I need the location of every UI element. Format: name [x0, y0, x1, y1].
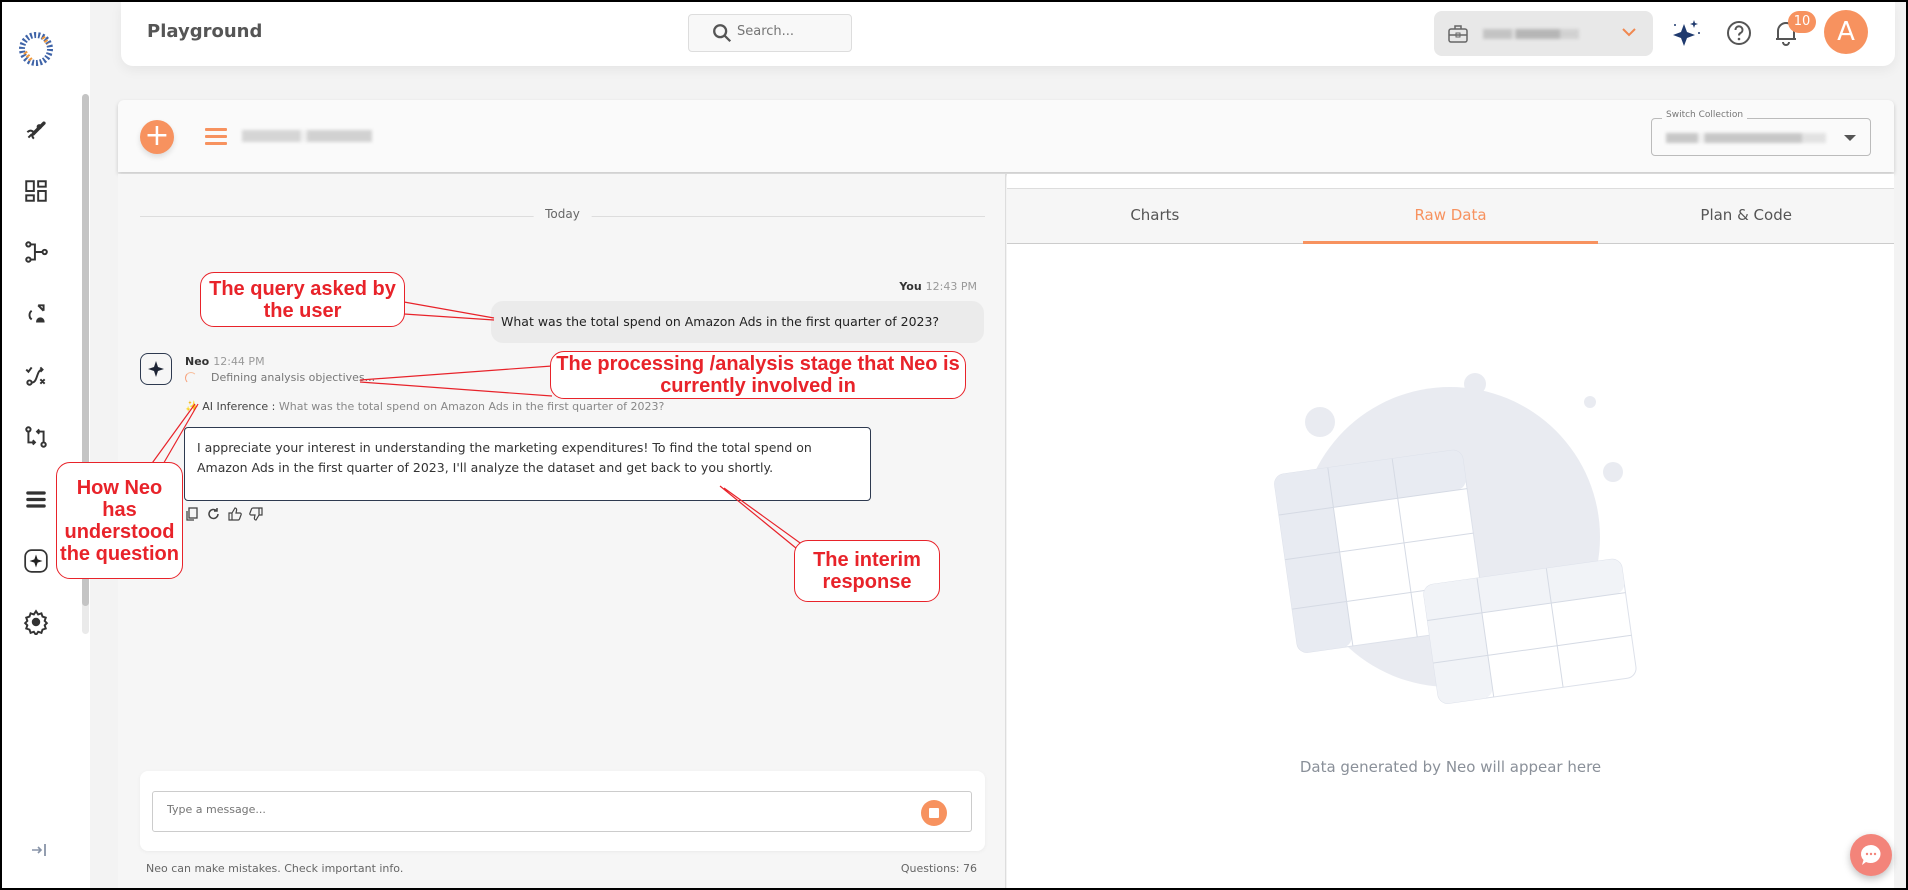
empty-data-illustration — [1274, 373, 1637, 704]
date-divider: Today — [140, 207, 985, 221]
magic-wand-icon: ✨ — [185, 400, 199, 413]
tab-charts[interactable]: Charts — [1007, 189, 1303, 243]
reply-line: Amazon Ads in the first quarter of 2023,… — [197, 460, 774, 475]
briefcase-icon — [1448, 25, 1468, 43]
workspace-selector[interactable] — [1434, 11, 1653, 56]
neo-message-time: 12:44 PM — [213, 355, 265, 368]
switch-collection-label: Switch Collection — [1662, 110, 1748, 120]
thumbs-down-icon[interactable] — [249, 507, 263, 521]
reply-line: I appreciate your interest in understand… — [197, 440, 812, 455]
processing-stage-text: Defining analysis objectives... — [211, 371, 376, 384]
plus-icon: + — [144, 118, 170, 153]
collection-value — [1666, 133, 1826, 143]
help-icon — [1727, 21, 1751, 45]
notification-badge: 10 — [1788, 11, 1816, 33]
list-icon — [26, 491, 46, 508]
workspace-name — [1483, 29, 1579, 39]
new-conversation-button[interactable]: + — [140, 120, 174, 154]
help-button[interactable] — [1725, 19, 1753, 51]
sidebar-item-sync[interactable] — [22, 300, 50, 328]
neo-reply-bubble: I appreciate your interest in understand… — [184, 427, 871, 501]
copy-icon[interactable] — [186, 507, 200, 521]
sidebar-item-list[interactable] — [22, 485, 50, 513]
dashboard-icon — [25, 180, 47, 202]
questions-count: Questions: 76 — [900, 862, 977, 875]
user-avatar[interactable]: A — [1824, 10, 1868, 54]
top-bar: Playground 10 A — [121, 2, 1895, 66]
thumbs-up-icon[interactable] — [228, 507, 242, 521]
sidebar-item-route[interactable] — [22, 361, 50, 389]
conversation-menu-button[interactable] — [205, 128, 227, 145]
spinner-icon — [185, 372, 197, 384]
search-icon — [713, 24, 732, 43]
neo-star-icon — [148, 361, 164, 377]
neo-avatar — [140, 353, 172, 385]
user-message-bubble: What was the total spend on Amazon Ads i… — [491, 301, 984, 343]
annotation-stage: The processing /analysis stage that Neo … — [550, 351, 966, 399]
collapse-sidebar-button[interactable] — [30, 842, 50, 862]
user-message-header: You 12:43 PM — [899, 280, 977, 293]
stop-icon — [929, 808, 939, 818]
sidebar-item-dashboard[interactable] — [22, 177, 50, 205]
dropdown-caret-icon — [1844, 135, 1856, 141]
ai-inference-label: AI Inference : — [202, 400, 276, 413]
processing-stage: Defining analysis objectives... — [185, 371, 375, 384]
compare-icon — [25, 426, 47, 448]
user-message-time: 12:43 PM — [925, 280, 977, 293]
sidebar-item-neo[interactable] — [22, 547, 50, 575]
annotation-query: The query asked by the user — [200, 272, 405, 327]
date-divider-label: Today — [533, 207, 592, 221]
page-title: Playground — [147, 21, 263, 42]
collapse-right-icon — [32, 844, 46, 856]
sidebar — [2, 2, 90, 888]
user-author: You — [899, 280, 922, 293]
message-input[interactable] — [167, 803, 867, 816]
neo-icon — [24, 549, 48, 573]
annotation-inference: How Neo has understood the question — [56, 462, 183, 579]
message-actions — [186, 507, 263, 521]
search-input[interactable] — [737, 24, 837, 39]
conversation-bar: + Switch Collection — [118, 100, 1894, 172]
sparkle-icon — [1673, 20, 1700, 46]
message-input-box[interactable] — [152, 791, 972, 832]
sidebar-item-rocket[interactable] — [22, 116, 50, 144]
ai-inference: ✨ AI Inference : What was the total spen… — [185, 400, 664, 413]
app-logo[interactable] — [19, 32, 53, 66]
regenerate-icon[interactable] — [207, 507, 221, 521]
settings-icon — [23, 609, 49, 635]
annotation-interim: The interim response — [794, 540, 940, 602]
search-box[interactable] — [688, 14, 852, 52]
conversation-name — [242, 130, 372, 142]
sidebar-item-compare[interactable] — [22, 423, 50, 451]
disclaimer-text: Neo can make mistakes. Check important i… — [146, 862, 404, 875]
ai-sparkle-button[interactable] — [1669, 16, 1703, 54]
neo-author: Neo — [185, 355, 210, 368]
results-tabs: Charts Raw Data Plan & Code — [1007, 188, 1894, 244]
neo-message-header: Neo 12:44 PM — [185, 355, 265, 368]
tab-raw-data[interactable]: Raw Data — [1302, 189, 1599, 244]
rocket-icon — [26, 121, 46, 140]
results-panel: Charts Raw Data Plan & Code Data generat… — [1007, 174, 1894, 888]
ai-inference-text: What was the total spend on Amazon Ads i… — [278, 400, 665, 413]
stop-generation-button[interactable] — [921, 800, 947, 826]
sidebar-item-flow[interactable] — [22, 238, 50, 266]
sync-upload-icon — [28, 304, 45, 323]
support-chat-button[interactable] — [1850, 834, 1892, 876]
switch-collection-select[interactable]: Switch Collection — [1651, 110, 1871, 156]
empty-state-text: Data generated by Neo will appear here — [1299, 758, 1602, 776]
chat-bubble-icon — [1860, 844, 1881, 865]
chevron-down-icon — [1622, 28, 1636, 37]
flow-icon — [25, 241, 48, 263]
message-composer — [140, 771, 985, 851]
tab-plan-code[interactable]: Plan & Code — [1598, 189, 1894, 243]
route-icon — [25, 366, 46, 386]
sidebar-item-settings[interactable] — [22, 608, 50, 636]
